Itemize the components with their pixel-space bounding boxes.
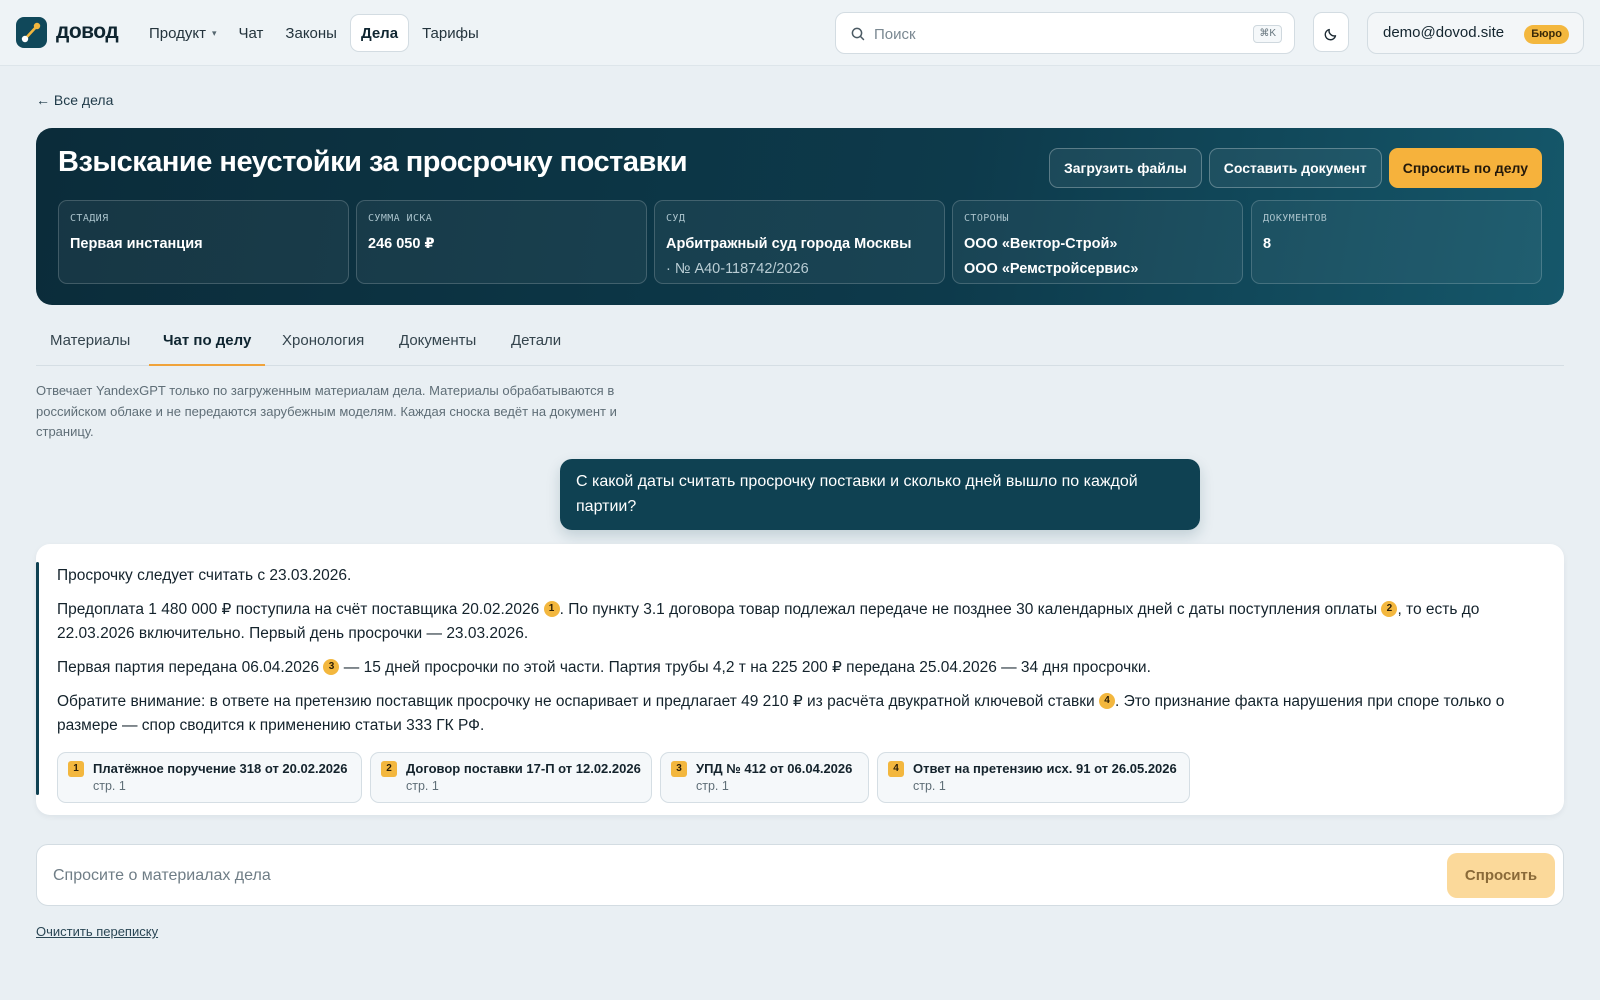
source-page: стр. 1 — [696, 779, 729, 793]
answer-text-segment: Обратите внимание: в ответе на претензию… — [57, 693, 1095, 710]
theme-toggle-button[interactable] — [1313, 12, 1349, 52]
plan-badge: Бюро — [1524, 25, 1569, 44]
account-menu[interactable]: demo@dovod.site Бюро — [1367, 12, 1584, 54]
stat-label: Документов — [1263, 213, 1328, 224]
source-title: Договор поставки 17-П от 12.02.2026 — [406, 761, 641, 776]
chevron-down-icon: ▾ — [212, 27, 217, 38]
nav-item-laws[interactable]: Законы — [276, 14, 346, 52]
answer-paragraph: Предоплата 1 480 000 ₽ поступила на счёт… — [57, 598, 1547, 646]
top-navigation-bar: довод Продукт ▾ Чат Законы Дела Тарифы ⌘… — [0, 0, 1600, 66]
stat-stage: Стадия Первая инстанция — [58, 200, 349, 284]
stat-value: Первая инстанция — [70, 236, 203, 252]
upload-files-button[interactable]: Загрузить файлы — [1048, 148, 1202, 188]
source-number: 4 — [888, 761, 904, 777]
user-message: С какой даты считать просрочку поставки … — [560, 459, 1200, 530]
case-number: · № А40-118742/2026 — [666, 261, 809, 277]
nav-item-cases[interactable]: Дела — [349, 14, 410, 52]
ask-submit-button[interactable]: Спросить — [1447, 853, 1555, 898]
search-input[interactable] — [874, 22, 1244, 46]
stat-label: Суд — [666, 213, 686, 224]
tab-case-chat[interactable]: Чат по делу — [149, 322, 266, 366]
case-title: Взыскание неустойки за просрочку поставк… — [58, 146, 688, 178]
source-page: стр. 1 — [913, 779, 946, 793]
source-card[interactable]: 3 УПД № 412 от 06.04.2026 стр. 1 — [660, 752, 869, 803]
search-shortcut-hint: ⌘K — [1253, 25, 1282, 43]
tab-materials[interactable]: Материалы — [36, 322, 144, 366]
answer-text: Просрочку следует считать с 23.03.2026. … — [57, 564, 1547, 748]
main-nav: Продукт ▾ Чат Законы Дела Тарифы — [140, 14, 488, 52]
source-card[interactable]: 1 Платёжное поручение 318 от 20.02.2026 … — [57, 752, 362, 803]
compose-document-button[interactable]: Составить документ — [1208, 148, 1382, 188]
source-title: Платёжное поручение 318 от 20.02.2026 — [93, 761, 348, 776]
ask-input[interactable] — [53, 862, 1353, 890]
stat-claim-amount: Сумма иска 246 050 ₽ — [356, 200, 647, 284]
source-card[interactable]: 4 Ответ на претензию исх. 91 от 26.05.20… — [877, 752, 1190, 803]
source-number: 3 — [671, 761, 687, 777]
stat-value: ООО «Вектор-Строй» ООО «Ремстройсервис» — [964, 232, 1138, 282]
stat-label: Стороны — [964, 213, 1009, 224]
party-plaintiff: ООО «Вектор-Строй» — [964, 236, 1118, 252]
stat-documents: Документов 8 — [1251, 200, 1542, 284]
stat-court: Суд Арбитражный суд города Москвы · № А4… — [654, 200, 945, 284]
chat-disclaimer: Отвечает YandexGPT только по загруженным… — [36, 383, 617, 439]
source-number: 2 — [381, 761, 397, 777]
tab-details[interactable]: Детали — [497, 322, 575, 366]
logo-icon[interactable] — [16, 17, 47, 48]
answer-text-segment: . По пункту 3.1 договора товар подлежал … — [559, 601, 1378, 618]
account-email: demo@dovod.site — [1383, 24, 1505, 41]
party-defendant: ООО «Ремстройсервис» — [964, 261, 1139, 277]
footnote-marker[interactable]: 4 — [1098, 693, 1115, 709]
source-page: стр. 1 — [93, 779, 126, 793]
source-title: Ответ на претензию исх. 91 от 26.05.2026 — [913, 761, 1177, 776]
footnote-marker[interactable]: 1 — [543, 601, 560, 617]
answer-text-segment: Предоплата 1 480 000 ₽ поступила на счёт… — [57, 601, 540, 618]
stat-parties: Стороны ООО «Вектор-Строй» ООО «Ремстрой… — [952, 200, 1243, 284]
nav-item-product[interactable]: Продукт ▾ — [140, 14, 226, 52]
case-header: Взыскание неустойки за просрочку поставк… — [36, 128, 1564, 305]
nav-item-pricing[interactable]: Тарифы — [413, 14, 488, 52]
stat-value: Арбитражный суд города Москвы · № А40-11… — [666, 232, 911, 282]
case-tabs: Материалы Чат по делу Хронология Докумен… — [36, 322, 1564, 366]
search-box[interactable]: ⌘K — [835, 12, 1295, 54]
tab-documents[interactable]: Документы — [385, 322, 490, 366]
stat-label: Стадия — [70, 213, 109, 224]
nav-item-chat[interactable]: Чат — [230, 14, 273, 52]
source-title: УПД № 412 от 06.04.2026 — [696, 761, 853, 776]
stat-label: Сумма иска — [368, 213, 433, 224]
answer-text-segment: — 15 дней просрочки по этой части. Парти… — [339, 659, 1151, 676]
back-to-cases-link[interactable]: ← Все дела — [36, 92, 113, 108]
clear-chat-link[interactable]: Очистить переписку — [36, 924, 158, 939]
nav-item-label: Продукт — [149, 24, 206, 42]
answer-paragraph: Просрочку следует считать с 23.03.2026. — [57, 567, 352, 584]
footnote-marker[interactable]: 2 — [1381, 601, 1398, 617]
tab-timeline[interactable]: Хронология — [268, 322, 378, 366]
answer-paragraph: Обратите внимание: в ответе на претензию… — [57, 690, 1547, 738]
moon-icon — [1324, 28, 1337, 41]
answer-text-segment: Первая партия передана 06.04.2026 — [57, 659, 320, 676]
source-number: 1 — [68, 761, 84, 777]
search-icon — [851, 27, 865, 41]
stat-value: 8 — [1263, 236, 1272, 252]
footnote-marker[interactable]: 3 — [323, 659, 340, 675]
answer-paragraph: Первая партия передана 06.04.2026 3 — 15… — [57, 656, 1547, 680]
case-actions: Загрузить файлы Составить документ Спрос… — [1048, 148, 1542, 188]
answer-accent-bar — [36, 562, 39, 795]
source-card[interactable]: 2 Договор поставки 17-П от 12.02.2026 ст… — [370, 752, 652, 803]
brand-name[interactable]: довод — [56, 20, 119, 44]
ask-about-case-button[interactable]: Спросить по делу — [1388, 148, 1542, 188]
ask-form: Спросить — [36, 844, 1564, 906]
court-name: Арбитражный суд города Москвы — [666, 236, 912, 252]
stat-value: 246 050 ₽ — [368, 236, 435, 252]
source-page: стр. 1 — [406, 779, 439, 793]
